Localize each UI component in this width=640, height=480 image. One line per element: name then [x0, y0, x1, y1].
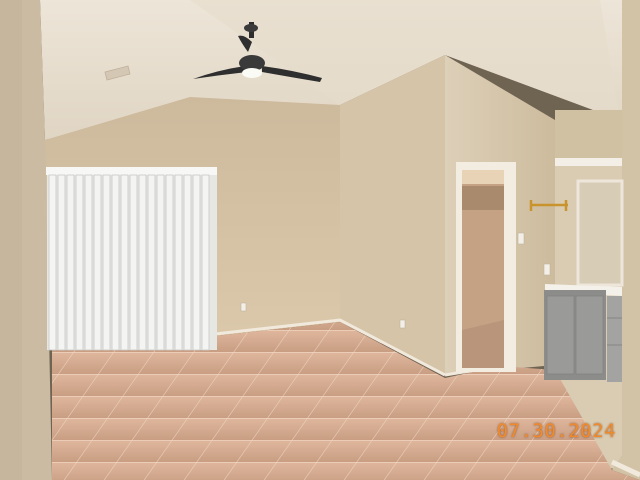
- vanity-cabinet: [544, 284, 622, 382]
- closet-doorway: [456, 162, 516, 372]
- wall-outlet: [240, 302, 247, 312]
- vanity-mirror: [576, 179, 624, 287]
- light-switch: [517, 232, 525, 245]
- room-photo: 07.30.2024: [0, 0, 640, 480]
- room-illustration: [0, 0, 640, 480]
- vertical-blinds: [46, 167, 217, 351]
- date-stamp: 07.30.2024: [496, 420, 616, 442]
